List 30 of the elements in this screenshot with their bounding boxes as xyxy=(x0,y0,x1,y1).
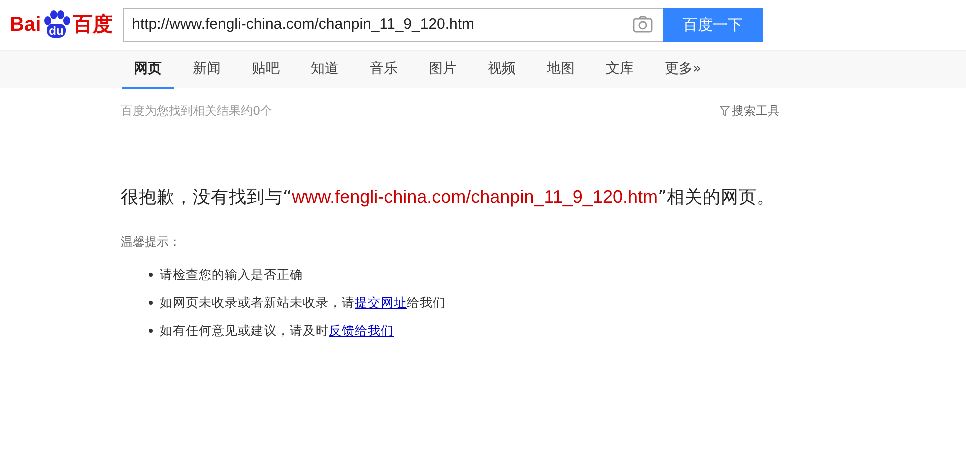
no-results-message: 很抱歉，没有找到与“www.fengli-china.com/chanpin_11_9_120.htm”相关的网页。 xyxy=(121,186,776,210)
camera-icon[interactable] xyxy=(633,16,654,33)
logo-text: Bai xyxy=(10,13,42,38)
link[interactable]: 反馈给我们 xyxy=(329,322,394,338)
logo-text: du xyxy=(47,24,66,38)
nav-tab[interactable]: 图片 xyxy=(417,51,469,89)
nav-tab[interactable]: 视频 xyxy=(476,51,528,89)
nav-tab[interactable]: 知道 xyxy=(299,51,351,89)
nav-tab[interactable]: 新闻 xyxy=(181,51,233,89)
nav-tab[interactable]: 地图 xyxy=(535,51,587,89)
tip-text: 如有任何意见或建议，请及时反馈给我们 xyxy=(160,322,394,340)
search-button[interactable]: 百度一下 xyxy=(663,8,764,42)
nav-tab[interactable]: 网页 xyxy=(122,51,174,89)
search-field[interactable]: http://www.fengli-china.com/chanpin_11_9_120.htm xyxy=(123,8,664,42)
nav-tab[interactable]: 文库 xyxy=(594,51,646,89)
result-count: 百度为您找到相关结果约0个 xyxy=(121,103,273,120)
link[interactable]: 提交网址 xyxy=(355,294,407,310)
bullet-icon xyxy=(149,329,153,334)
tips-title: 温馨提示： xyxy=(121,234,182,252)
paw-icon xyxy=(42,10,72,28)
nav-tab[interactable]: 更多» xyxy=(653,51,714,89)
tip-text: 请检查您的输入是否正确 xyxy=(160,266,303,284)
bullet-icon xyxy=(149,301,153,306)
nav-tab[interactable]: 音乐 xyxy=(358,51,410,89)
filter-icon xyxy=(720,106,730,116)
bullet-icon xyxy=(149,273,153,278)
search-tools-button[interactable]: 搜索工具 xyxy=(720,102,780,120)
logo-text: 百度 xyxy=(73,12,114,38)
nav-tab[interactable]: 贴吧 xyxy=(240,51,292,89)
tip-text: 如网页未收录或者新站未收录，请提交网址给我们 xyxy=(160,294,446,312)
